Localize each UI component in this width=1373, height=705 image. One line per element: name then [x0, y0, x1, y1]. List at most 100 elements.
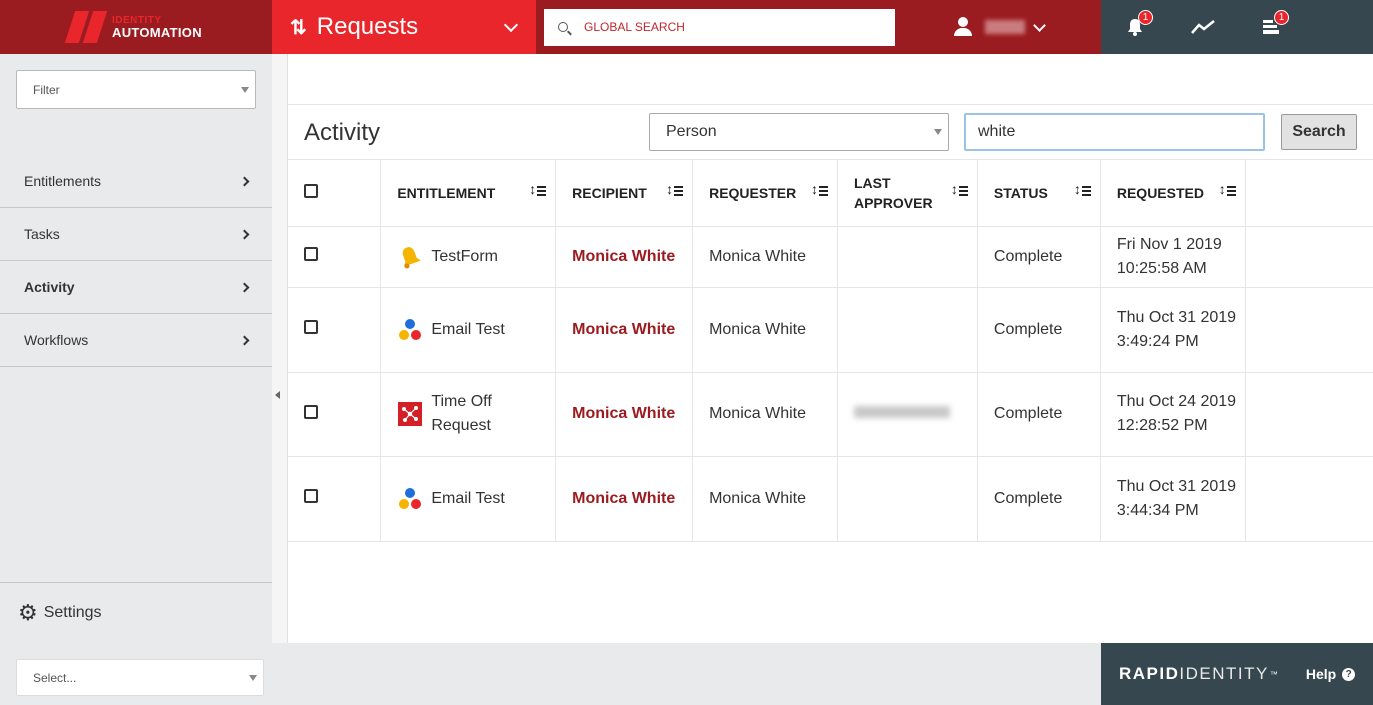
logo-mark-icon [64, 11, 108, 43]
dropdown-arrow-icon [934, 129, 942, 135]
header-tools: 1 1 [1101, 0, 1373, 54]
column-header-requested[interactable]: REQUESTED [1100, 160, 1246, 227]
sort-icon[interactable] [529, 181, 547, 198]
row-checkbox[interactable] [304, 247, 318, 261]
settings-link[interactable]: ⚙ Settings [0, 582, 272, 643]
search-button[interactable]: Search [1281, 114, 1357, 150]
requested-cell: Fri Nov 1 2019 10:25:58 AM [1100, 226, 1246, 288]
spacer-cell [1245, 287, 1373, 373]
recipient-link[interactable]: Monica White [572, 490, 675, 507]
recipient-cell: Monica White [555, 226, 694, 288]
entitlement-cell: TestForm [380, 226, 557, 288]
recipient-cell: Monica White [555, 456, 694, 542]
user-menu[interactable] [953, 17, 1046, 37]
entitlement-cell: Email Test [380, 456, 557, 542]
column-header-status[interactable]: STATUS [977, 160, 1101, 227]
row-select-cell [288, 456, 382, 542]
column-header-entitlement[interactable]: ENTITLEMENT [380, 160, 557, 227]
spacer-cell [1245, 456, 1373, 542]
dropdown-arrow-icon [241, 86, 249, 93]
row-select-cell [288, 226, 382, 288]
sidebar-collapse-handle[interactable] [272, 54, 288, 643]
recipient-cell: Monica White [555, 372, 694, 457]
dropdown-arrow-icon [249, 674, 257, 681]
sort-icon[interactable] [811, 181, 828, 198]
entitlement-name[interactable]: Email Test [431, 321, 505, 339]
brand-rapid: RAPID [1119, 664, 1180, 683]
entitlement-name[interactable]: Email Test [431, 490, 505, 508]
row-checkbox[interactable] [304, 320, 318, 334]
footer: Select... RAPID IDENTITY ™ Help ? [0, 643, 1373, 705]
brand-identity: IDENTITY [1179, 664, 1269, 683]
row-select-cell [288, 287, 382, 373]
table-row[interactable]: Email Test Monica White Monica White Com… [288, 287, 1373, 373]
table-header-row: ENTITLEMENT RECIPIENT REQUESTER LAST APP… [288, 160, 1373, 227]
global-search-input[interactable] [584, 20, 864, 34]
column-header-requester[interactable]: REQUESTER [692, 160, 838, 227]
spacer-cell [1245, 372, 1373, 457]
row-select-cell [288, 372, 382, 457]
sidebar-nav: Entitlements Tasks Activity Workflows [0, 155, 272, 367]
sort-icon[interactable] [666, 181, 684, 198]
collapse-left-icon [275, 391, 280, 399]
logo[interactable]: IDENTITY AUTOMATION [0, 0, 272, 54]
last-approver-cell [837, 372, 978, 457]
table-row[interactable]: TestForm Monica White Monica White Compl… [288, 226, 1373, 288]
requests-icon: ⇅ [290, 16, 307, 39]
status-cell: Complete [977, 226, 1101, 288]
notifications-badge: 1 [1138, 10, 1153, 25]
module-switcher[interactable]: ⇅ Requests [272, 0, 536, 54]
status-cell: Complete [977, 456, 1101, 542]
page-title: Activity [304, 119, 381, 146]
sidebar-item-entitlements[interactable]: Entitlements [0, 155, 272, 208]
filter-placeholder: Filter [33, 82, 60, 97]
requester-cell: Monica White [692, 456, 838, 542]
top-bar: IDENTITY AUTOMATION ⇅ Requests 1 [0, 0, 1373, 54]
last-approver-redacted [853, 406, 950, 418]
search-type-select[interactable]: Person [649, 113, 949, 151]
main-content: Activity Person Search ENTITLEMENT RECIP… [288, 54, 1373, 643]
activity-search-input[interactable] [964, 113, 1265, 151]
recipient-link[interactable]: Monica White [572, 321, 675, 338]
analytics-button[interactable] [1169, 0, 1237, 54]
entitlement-name[interactable]: Time Off Request [431, 390, 555, 438]
row-checkbox[interactable] [304, 489, 318, 503]
filter-select[interactable]: Filter [16, 70, 256, 109]
requester-cell: Monica White [692, 372, 838, 457]
module-label: Requests [316, 13, 419, 40]
notifications-button[interactable]: 1 [1101, 0, 1169, 54]
recipient-link[interactable]: Monica White [572, 248, 675, 265]
global-search-area [536, 0, 1101, 54]
column-header-last-approver[interactable]: LAST APPROVER [837, 160, 978, 227]
last-approver-cell [837, 226, 978, 288]
footer-select-placeholder: Select... [33, 670, 77, 685]
bell-icon [403, 246, 422, 268]
queue-button[interactable]: 1 [1237, 0, 1305, 54]
chevron-right-icon [239, 335, 250, 345]
select-all-checkbox[interactable] [304, 184, 318, 199]
queue-badge: 1 [1274, 10, 1289, 25]
entitlement-name[interactable]: TestForm [431, 248, 498, 266]
sidebar: Filter Entitlements Tasks Activity Workf… [0, 54, 272, 643]
row-checkbox[interactable] [304, 404, 318, 419]
chevron-down-icon [503, 17, 519, 32]
logo-line1: IDENTITY [112, 14, 162, 26]
sort-icon[interactable] [951, 181, 968, 198]
spacer-column [1245, 160, 1373, 227]
sidebar-item-activity[interactable]: Activity [0, 261, 272, 314]
requester-cell: Monica White [692, 287, 838, 373]
molecule-icon [399, 318, 422, 340]
last-approver-cell [837, 287, 978, 373]
sidebar-item-workflows[interactable]: Workflows [0, 314, 272, 367]
sort-icon[interactable] [1219, 181, 1236, 198]
sort-icon[interactable] [1074, 181, 1091, 198]
sidebar-item-tasks[interactable]: Tasks [0, 208, 272, 261]
recipient-link[interactable]: Monica White [572, 405, 675, 422]
table-row[interactable]: Email Test Monica White Monica White Com… [288, 456, 1373, 542]
footer-select[interactable]: Select... [16, 659, 264, 696]
table-row[interactable]: Time Off Request Monica White Monica Whi… [288, 372, 1373, 457]
column-header-recipient[interactable]: RECIPIENT [555, 160, 694, 227]
network-icon [398, 402, 423, 426]
help-button[interactable]: Help ? [1306, 666, 1356, 682]
global-search-box[interactable] [544, 8, 895, 46]
